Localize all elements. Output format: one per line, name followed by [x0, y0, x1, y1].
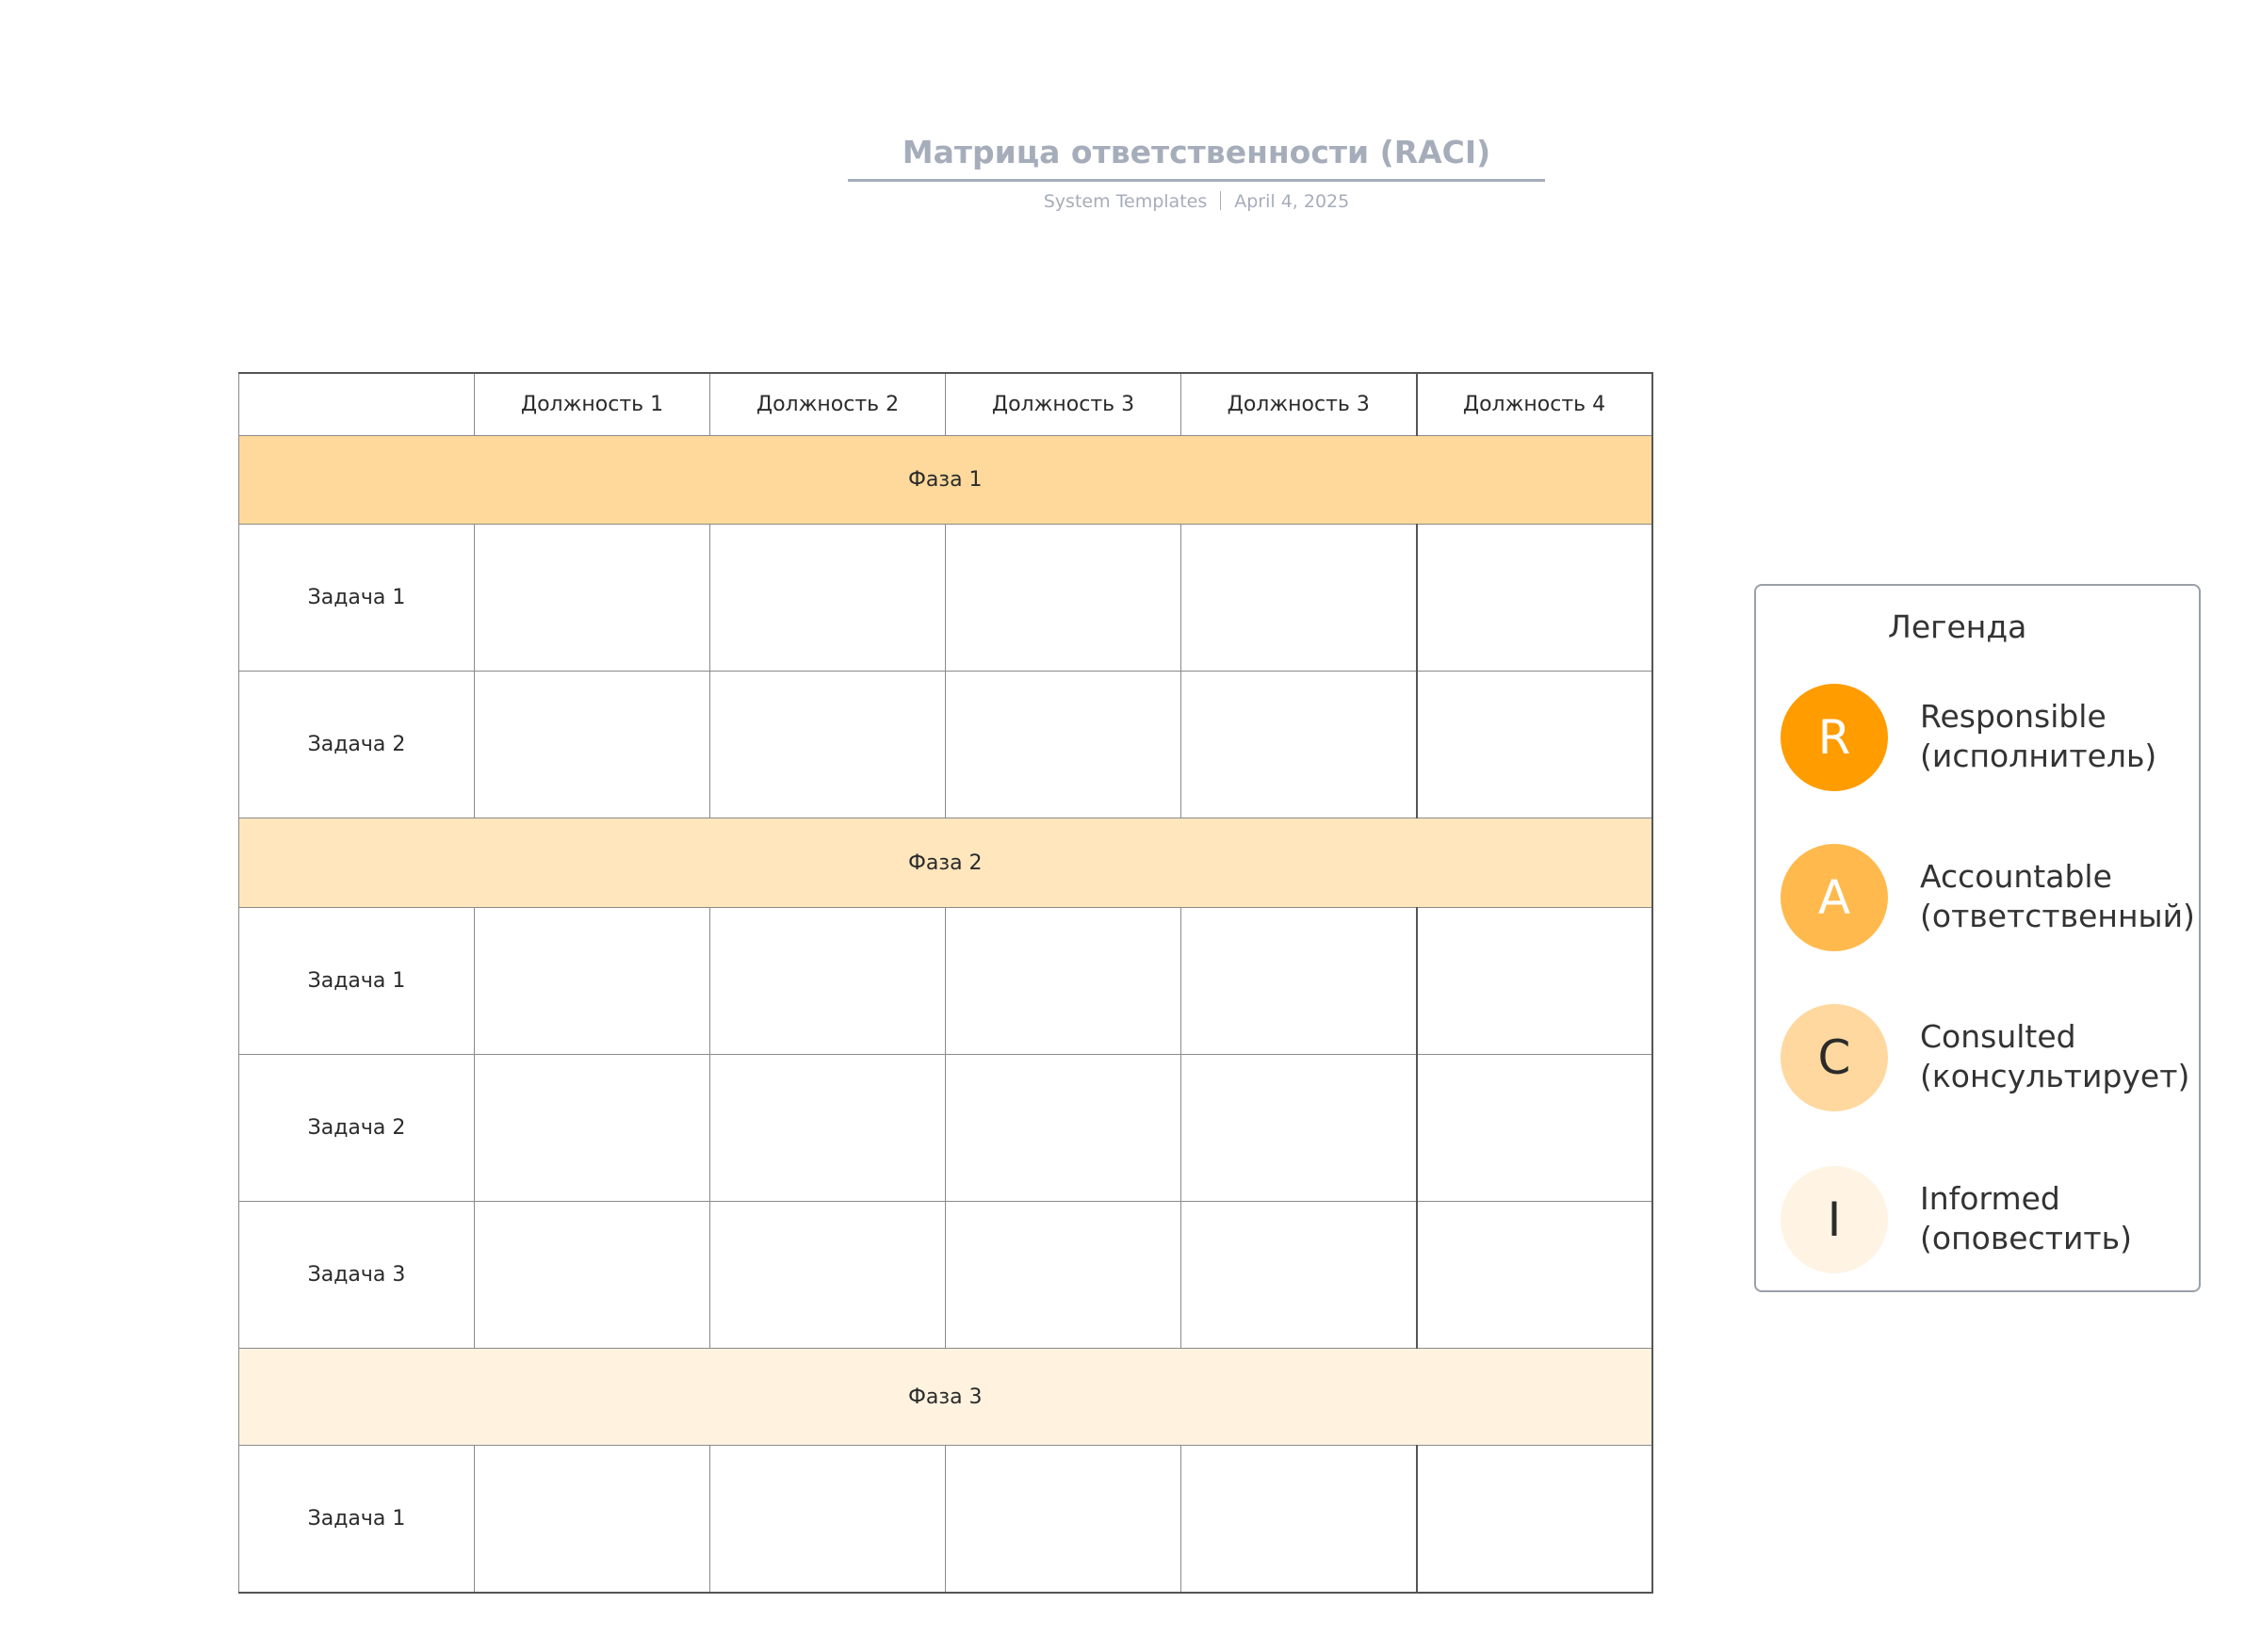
legend-text: Responsible (исполнитель) — [1920, 697, 2156, 776]
document-meta: System Templates April 4, 2025 — [0, 191, 2261, 212]
document-title: Матрица ответственности (RACI) — [847, 132, 1546, 182]
corner-cell — [238, 372, 475, 436]
legend-item-i: I Informed (оповестить) — [1781, 1166, 2195, 1273]
raci-cell[interactable] — [1180, 1201, 1417, 1349]
raci-cell[interactable] — [1180, 671, 1417, 818]
raci-cell[interactable] — [474, 907, 710, 1055]
role-header: Должность 3 — [945, 372, 1181, 436]
raci-cell[interactable] — [945, 671, 1181, 818]
legend-text: Consulted (консультирует) — [1920, 1017, 2189, 1096]
task-row: Задача 1 — [238, 907, 1653, 1055]
raci-cell[interactable] — [945, 524, 1181, 672]
legend-badge: C — [1781, 1004, 1888, 1111]
raci-cell[interactable] — [1415, 907, 1653, 1055]
raci-cell[interactable] — [945, 907, 1181, 1055]
raci-cell[interactable] — [709, 1054, 946, 1202]
legend-item-a: A Accountable (ответственный) — [1781, 844, 2195, 951]
legend-role-name: Consulted — [1920, 1018, 2076, 1055]
phase-row: Фаза 1 — [238, 435, 1653, 525]
legend-role-desc: (консультирует) — [1920, 1058, 2190, 1094]
task-row: Задача 2 — [238, 671, 1653, 818]
task-label: Задача 1 — [238, 524, 475, 672]
raci-cell[interactable] — [1180, 1054, 1417, 1202]
raci-cell[interactable] — [1180, 907, 1417, 1055]
raci-cell[interactable] — [1415, 671, 1653, 818]
raci-cell[interactable] — [945, 1054, 1181, 1202]
raci-cell[interactable] — [945, 1445, 1181, 1594]
role-header: Должность 1 — [474, 372, 710, 436]
document-header: Матрица ответственности (RACI) System Te… — [0, 132, 2261, 212]
raci-cell[interactable] — [1180, 524, 1417, 672]
raci-matrix: Должность 1 Должность 2 Должность 3 Должнос… — [238, 372, 1653, 1594]
legend-item-c: C Consulted (консультирует) — [1781, 1004, 2195, 1111]
phase-label: Фаза 3 — [238, 1348, 1653, 1446]
raci-cell[interactable] — [1180, 1445, 1417, 1594]
legend-role-desc: (исполнитель) — [1920, 737, 2157, 774]
role-header: Должность 2 — [709, 372, 946, 436]
raci-cell[interactable] — [709, 1445, 946, 1594]
raci-cell[interactable] — [1415, 1445, 1653, 1594]
raci-cell[interactable] — [474, 1445, 710, 1594]
raci-cell[interactable] — [474, 1054, 710, 1202]
legend-role-name: Informed — [1920, 1180, 2060, 1217]
legend-role-name: Accountable — [1920, 858, 2112, 895]
meta-separator — [1220, 191, 1222, 210]
raci-cell[interactable] — [709, 671, 946, 818]
legend-panel: Легенда R Responsible (исполнитель) A Accoun… — [1754, 584, 2201, 1292]
raci-cell[interactable] — [1415, 1201, 1653, 1349]
role-header: Должность 3 — [1180, 372, 1417, 436]
legend-text: Accountable (ответственный) — [1920, 857, 2195, 936]
task-row: Задача 1 — [238, 524, 1653, 672]
legend-badge: I — [1781, 1166, 1888, 1273]
matrix-header-row: Должность 1 Должность 2 Должность 3 Должнос… — [238, 372, 1653, 436]
document-source: System Templates — [1043, 191, 1208, 212]
phase-label: Фаза 2 — [238, 818, 1653, 908]
task-row: Задача 3 — [238, 1201, 1653, 1349]
raci-cell[interactable] — [709, 524, 946, 672]
legend-role-desc: (ответственный) — [1920, 898, 2195, 934]
task-row: Задача 1 — [238, 1445, 1653, 1594]
task-label: Задача 2 — [238, 1054, 475, 1202]
raci-cell[interactable] — [1415, 524, 1653, 672]
legend-badge: R — [1781, 684, 1888, 791]
legend-badge: A — [1781, 844, 1888, 951]
raci-cell[interactable] — [474, 671, 710, 818]
raci-cell[interactable] — [945, 1201, 1181, 1349]
task-label: Задача 2 — [238, 671, 475, 818]
legend-role-desc: (оповестить) — [1920, 1220, 2132, 1256]
raci-cell[interactable] — [709, 1201, 946, 1349]
task-row: Задача 2 — [238, 1054, 1653, 1202]
task-label: Задача 1 — [238, 907, 475, 1055]
phase-label: Фаза 1 — [238, 435, 1653, 525]
legend-text: Informed (оповестить) — [1920, 1179, 2132, 1258]
raci-cell[interactable] — [1415, 1054, 1653, 1202]
role-header: Должность 4 — [1415, 372, 1653, 436]
raci-cell[interactable] — [474, 524, 710, 672]
phase-row: Фаза 2 — [238, 818, 1653, 908]
raci-cell[interactable] — [474, 1201, 710, 1349]
legend-title: Легенда — [1888, 608, 2027, 645]
phase-row: Фаза 3 — [238, 1348, 1653, 1446]
task-label: Задача 1 — [238, 1445, 475, 1594]
raci-cell[interactable] — [709, 907, 946, 1055]
task-label: Задача 3 — [238, 1201, 475, 1349]
document-date: April 4, 2025 — [1234, 191, 1350, 212]
legend-role-name: Responsible — [1920, 698, 2106, 735]
legend-item-r: R Responsible (исполнитель) — [1781, 684, 2195, 791]
